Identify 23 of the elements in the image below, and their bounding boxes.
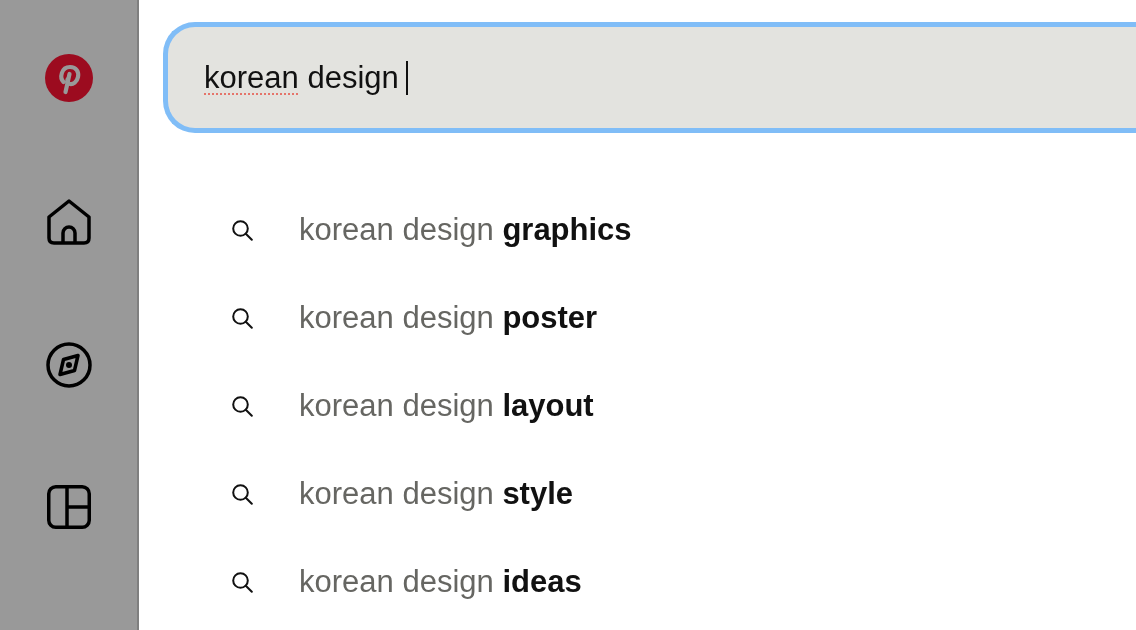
- logo-icon[interactable]: [44, 54, 93, 102]
- search-icon: [232, 395, 253, 417]
- suggestion-text: korean design layout: [299, 387, 594, 425]
- suggestion-item[interactable]: korean design style: [232, 475, 574, 513]
- suggestion-item[interactable]: korean design graphics: [232, 211, 632, 249]
- suggestion-item[interactable]: korean design layout: [232, 387, 594, 425]
- suggestion-text: korean design poster: [299, 299, 598, 337]
- layout-icon[interactable]: [46, 485, 91, 529]
- text-cursor-icon: [405, 60, 408, 95]
- search-icon: [232, 219, 253, 241]
- suggestion-text: korean design ideas: [299, 563, 582, 601]
- home-icon[interactable]: [46, 199, 91, 245]
- suggestion-item[interactable]: korean design poster: [232, 299, 598, 337]
- search-icon: [232, 307, 253, 329]
- search-icon: [232, 483, 253, 505]
- suggestion-text: korean design graphics: [299, 211, 632, 249]
- suggestion-item[interactable]: korean design ideas: [232, 563, 582, 601]
- compass-icon[interactable]: [45, 342, 92, 388]
- search-text-word: design: [307, 59, 399, 95]
- search-icon: [232, 571, 253, 593]
- search-field[interactable]: korean design: [163, 22, 1136, 133]
- suggestion-text: korean design style: [299, 475, 574, 513]
- search-text-word: korean: [204, 59, 299, 95]
